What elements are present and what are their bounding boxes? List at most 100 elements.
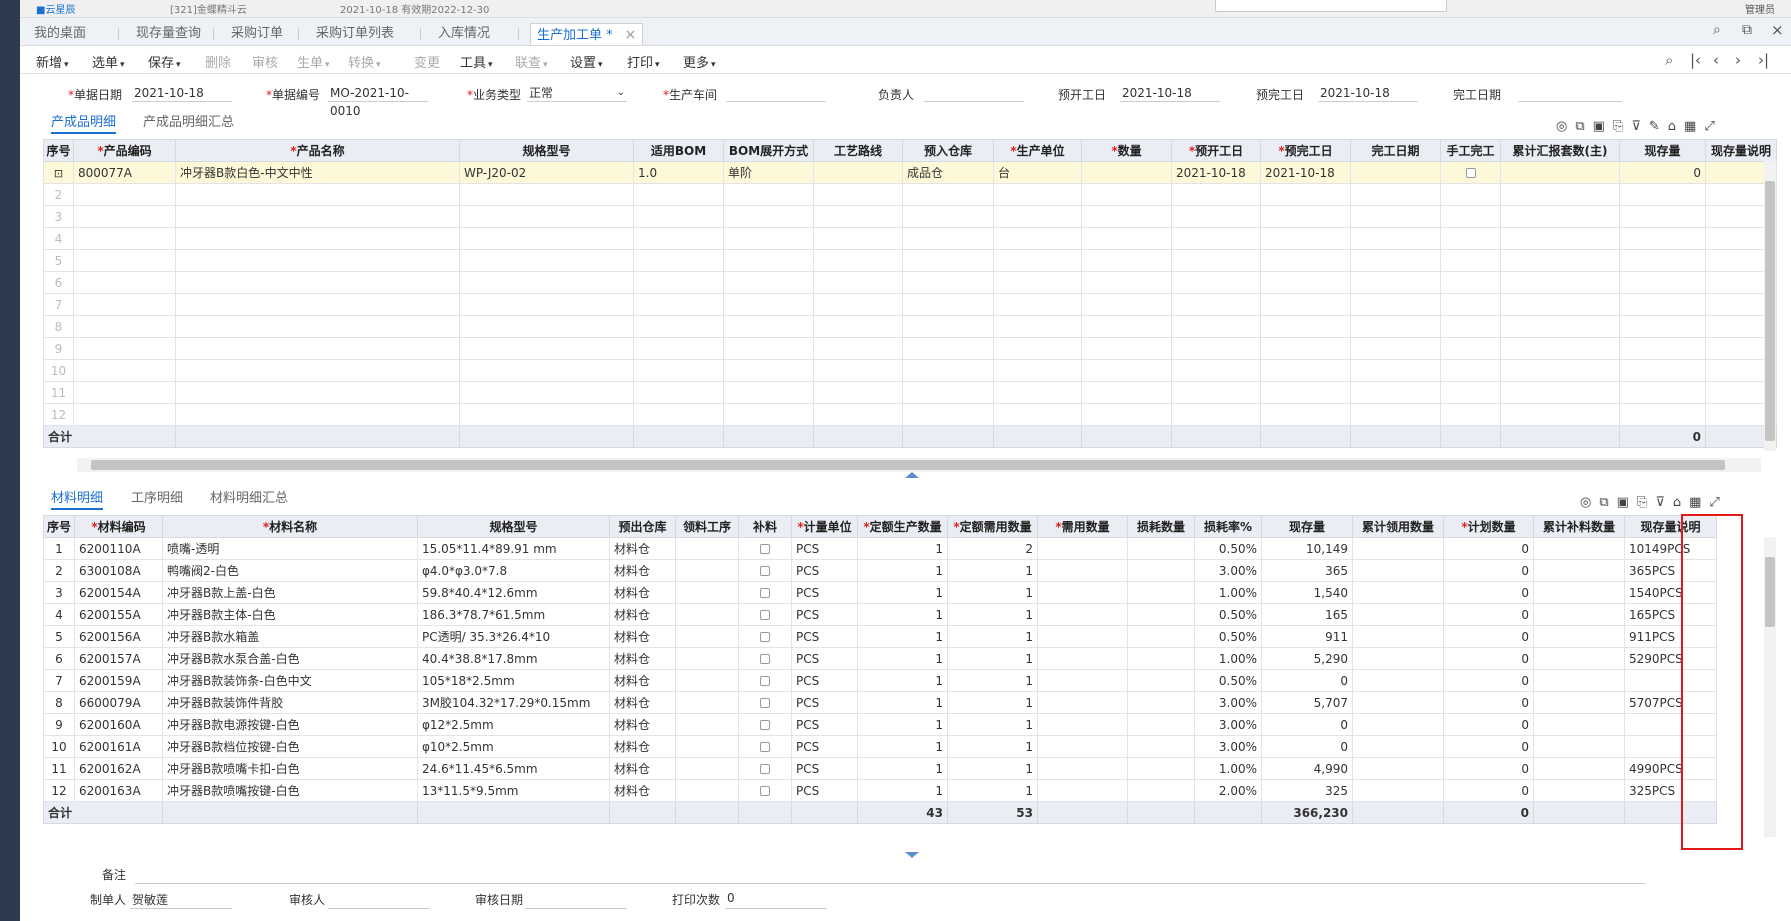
table-cell[interactable] (1350, 403, 1441, 426)
table-cell[interactable]: 鸭嘴阀2-白色 (162, 559, 418, 582)
table-cell[interactable] (1127, 625, 1195, 648)
table-cell[interactable] (633, 249, 724, 272)
table-cell[interactable] (1171, 315, 1261, 338)
column-header[interactable]: *产品名称 (175, 139, 460, 162)
row-select-cell[interactable]: ⊡ (43, 161, 74, 184)
table-cell[interactable] (1081, 227, 1172, 250)
table-cell[interactable]: 5,707 (1261, 691, 1353, 714)
table-cell[interactable] (1171, 205, 1261, 228)
table-cell[interactable] (675, 647, 739, 670)
table-cell[interactable]: 1 (857, 691, 948, 714)
row-number[interactable]: 12 (43, 779, 75, 802)
table-cell[interactable] (993, 227, 1082, 250)
product-tab[interactable]: 产成品明细 (51, 111, 117, 134)
table-row[interactable]: 4 (43, 227, 1777, 250)
table-cell[interactable] (1171, 359, 1261, 382)
column-header[interactable]: *预开工日 (1171, 139, 1261, 162)
table-row[interactable]: 9 (43, 337, 1777, 360)
table-cell[interactable] (1081, 381, 1172, 404)
paste-icon[interactable]: ▣ (1593, 119, 1613, 134)
table-cell[interactable] (1440, 315, 1501, 338)
table-cell[interactable]: 1 (947, 713, 1038, 736)
table-cell[interactable]: 6200156A (74, 625, 163, 648)
table-cell[interactable]: 6300108A (74, 559, 163, 582)
locate-icon[interactable]: ◎ (1556, 119, 1575, 134)
table-cell[interactable]: 0.50% (1194, 669, 1262, 692)
table-cell[interactable]: 1 (857, 581, 948, 604)
layout-icon[interactable]: ▦ (1684, 119, 1704, 134)
table-cell[interactable] (675, 559, 739, 582)
row-edit-icon[interactable]: ⊡ (54, 167, 63, 180)
table-cell[interactable]: PCS (791, 757, 858, 780)
table-cell[interactable] (1127, 581, 1195, 604)
supplement-checkbox[interactable] (760, 742, 770, 752)
table-cell[interactable] (1081, 293, 1172, 316)
search-icon[interactable]: ⌕ (1713, 22, 1721, 38)
table-cell[interactable] (1619, 403, 1706, 426)
table-cell[interactable] (1350, 337, 1441, 360)
table-cell[interactable] (459, 293, 634, 316)
table-cell[interactable] (1533, 779, 1625, 802)
table-cell[interactable]: 1 (857, 537, 948, 560)
last-page-icon[interactable]: ›| (1758, 51, 1769, 69)
table-cell[interactable] (723, 359, 814, 382)
table-cell[interactable] (1352, 647, 1444, 670)
table-cell[interactable] (738, 625, 792, 648)
supplement-checkbox[interactable] (760, 654, 770, 664)
table-cell[interactable]: 6200162A (74, 757, 163, 780)
collapse-material-arrow[interactable] (905, 852, 919, 858)
toolbar-button[interactable]: 审核 (252, 52, 278, 71)
row-number[interactable]: 1 (43, 537, 75, 560)
table-cell[interactable] (73, 293, 176, 316)
table-row[interactable]: 1 6200110A 喷嘴-透明 15.05*11.4*89.91 mm 材料仓 PCS 1… (43, 537, 1717, 560)
table-cell[interactable] (1260, 183, 1351, 206)
table-cell[interactable] (633, 337, 724, 360)
table-cell[interactable]: 冲牙器B款水箱盖 (162, 625, 418, 648)
table-cell[interactable]: 材料仓 (609, 735, 676, 758)
table-cell[interactable] (73, 315, 176, 338)
maximize-icon[interactable]: ⧉ (1742, 22, 1752, 38)
table-cell[interactable] (1440, 337, 1501, 360)
column-header[interactable]: *定额生产数量 (857, 515, 948, 538)
supplement-checkbox[interactable] (760, 676, 770, 686)
table-cell[interactable] (633, 293, 724, 316)
table-cell[interactable]: PCS (791, 537, 858, 560)
table-cell[interactable] (459, 249, 634, 272)
column-header[interactable]: 损耗率% (1194, 515, 1262, 538)
table-cell[interactable] (1500, 337, 1620, 360)
table-cell[interactable]: 0 (1443, 779, 1534, 802)
toolbar-button[interactable]: 联查 ▾ (515, 52, 548, 71)
table-cell[interactable]: 1 (857, 625, 948, 648)
row-number[interactable]: 4 (43, 603, 75, 626)
table-cell[interactable] (675, 713, 739, 736)
table-cell[interactable] (1127, 735, 1195, 758)
table-cell[interactable]: 台 (993, 161, 1082, 184)
table-cell[interactable] (1350, 183, 1441, 206)
table-cell[interactable]: 6200110A (74, 537, 163, 560)
table-cell[interactable] (902, 381, 994, 404)
table-cell[interactable] (738, 603, 792, 626)
table-cell[interactable] (723, 183, 814, 206)
table-cell[interactable] (902, 227, 994, 250)
table-cell[interactable]: 3.00% (1194, 713, 1262, 736)
table-cell[interactable] (1081, 205, 1172, 228)
collapse-product-arrow[interactable] (905, 472, 919, 478)
table-cell[interactable]: 1.00% (1194, 581, 1262, 604)
table-row[interactable]: 8 (43, 315, 1777, 338)
table-cell[interactable]: 6200163A (74, 779, 163, 802)
table-cell[interactable]: 2021-10-18 (1260, 161, 1351, 184)
table-cell[interactable] (1350, 249, 1441, 272)
table-cell[interactable] (1533, 537, 1625, 560)
table-cell[interactable] (1500, 227, 1620, 250)
product-grid-hscroll[interactable] (77, 458, 1761, 472)
table-cell[interactable]: 0 (1261, 713, 1353, 736)
toolbar-button[interactable]: 更多 ▾ (683, 52, 716, 71)
column-header[interactable]: 工艺路线 (813, 139, 903, 162)
header-field-input[interactable]: 2021-10-18 (132, 84, 232, 102)
table-cell[interactable] (1500, 183, 1620, 206)
table-cell[interactable] (175, 381, 460, 404)
toolbar-button[interactable]: 删除 (205, 52, 231, 71)
table-cell[interactable] (1260, 315, 1351, 338)
table-cell[interactable] (633, 359, 724, 382)
table-cell[interactable] (175, 359, 460, 382)
